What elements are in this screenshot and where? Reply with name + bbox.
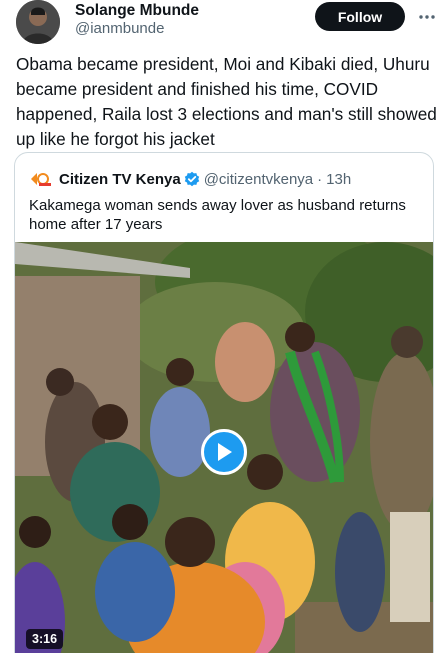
- author-handle[interactable]: @ianmbunde: [75, 20, 164, 37]
- quoted-tweet-header: Citizen TV Kenya @citizentvkenya · 13h: [29, 169, 351, 189]
- quoted-handle[interactable]: @citizentvkenya: [204, 171, 313, 188]
- video-player[interactable]: 3:16: [15, 242, 433, 653]
- tweet-header: Solange Mbunde @ianmbunde Follow: [0, 0, 445, 48]
- tweet-text: Obama became president, Moi and Kibaki d…: [16, 54, 437, 149]
- video-duration-badge: 3:16: [26, 629, 64, 649]
- author-avatar[interactable]: [16, 0, 60, 44]
- quoted-separator: ·: [317, 170, 323, 188]
- quoted-tweet-card[interactable]: Citizen TV Kenya @citizentvkenya · 13h K…: [14, 152, 434, 653]
- verified-badge-icon: [184, 171, 200, 187]
- quoted-time[interactable]: 13h: [326, 171, 351, 188]
- quoted-text: Kakamega woman sends away lover as husba…: [29, 197, 406, 233]
- quoted-source-name[interactable]: Citizen TV Kenya: [59, 171, 181, 188]
- author-name[interactable]: Solange Mbunde: [75, 2, 199, 20]
- play-icon[interactable]: [201, 429, 247, 475]
- more-dots-icon[interactable]: [418, 8, 436, 26]
- follow-button[interactable]: Follow: [315, 2, 405, 31]
- citizen-tv-logo-icon: [29, 171, 51, 187]
